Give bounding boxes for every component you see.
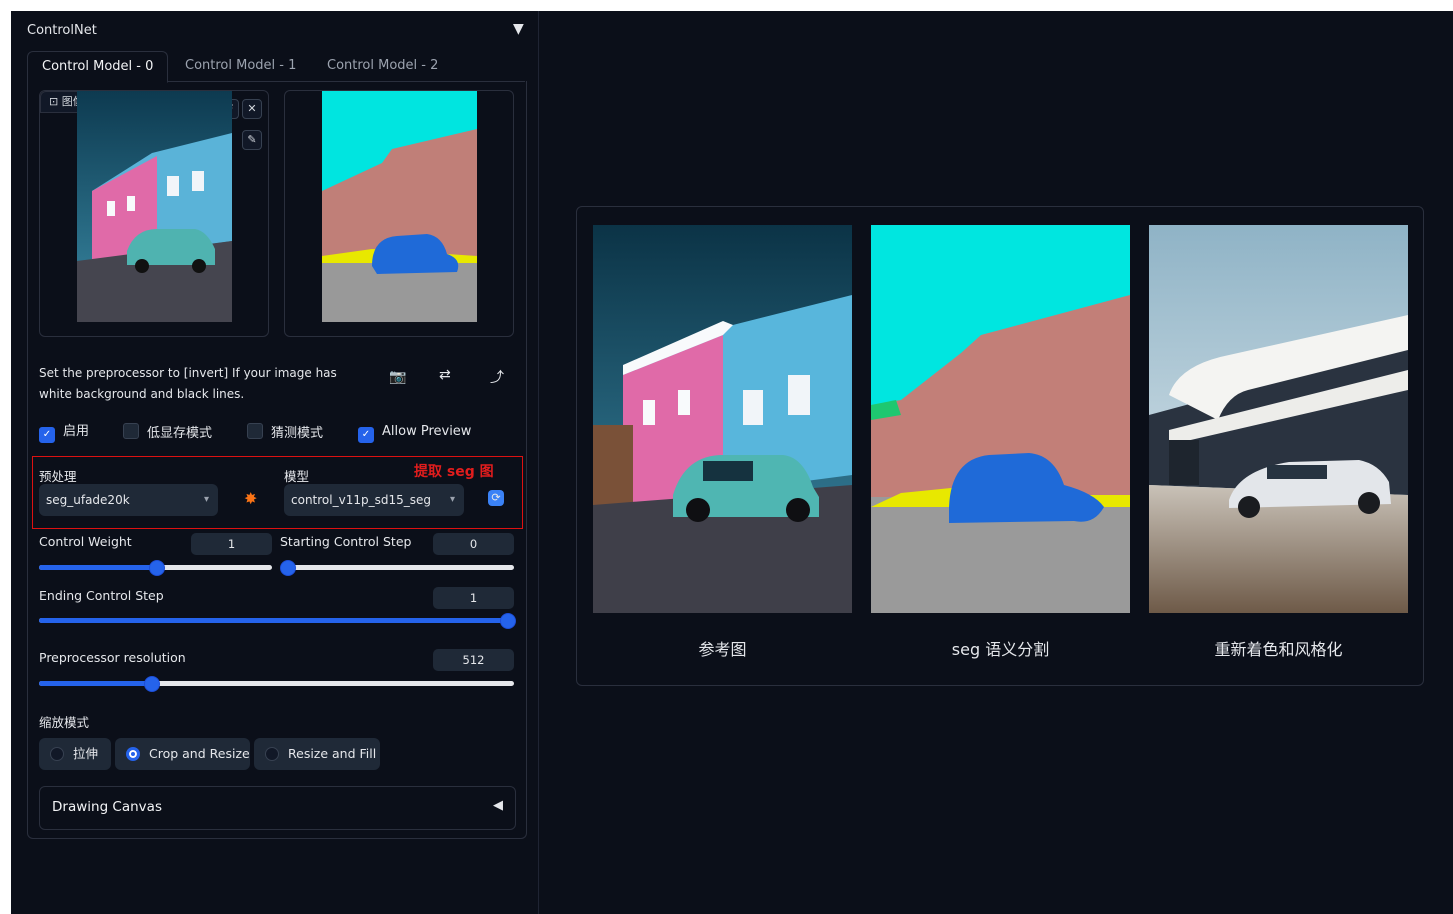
swap-icon[interactable]: ⇄: [439, 367, 451, 383]
checkbox-low-vram[interactable]: 低显存模式: [123, 423, 212, 441]
annotation-label: 提取 seg 图: [414, 464, 494, 480]
edit-brush-icon[interactable]: ✎: [242, 130, 262, 150]
radio-fill-label: Resize and Fill: [288, 746, 377, 761]
checkbox-enable-label: 启用: [63, 424, 90, 439]
tab-control-model-1[interactable]: Control Model - 1: [171, 51, 310, 81]
radio-resize-and-fill[interactable]: Resize and Fill: [254, 738, 380, 770]
chevron-down-icon: ▾: [449, 494, 455, 505]
preprocessor-select[interactable]: seg_ufade20k ▾: [39, 484, 218, 516]
slider-thumb[interactable]: [143, 676, 160, 692]
model-select[interactable]: control_v11p_sd15_seg ▾: [284, 484, 464, 516]
control-weight-input[interactable]: 1: [191, 533, 272, 555]
radio-stretch[interactable]: 拉伸: [39, 738, 111, 770]
control-weight-slider[interactable]: [39, 560, 272, 576]
radio-dot[interactable]: [50, 747, 64, 761]
check-icon[interactable]: ✓: [358, 427, 374, 443]
starting-step-slider[interactable]: [280, 560, 514, 576]
control-weight-label: Control Weight: [39, 534, 132, 549]
tab-control-model-2[interactable]: Control Model - 2: [313, 51, 452, 81]
ending-step-input[interactable]: 1: [433, 587, 514, 609]
segmentation-preview-thumb: [322, 91, 477, 322]
checkbox-low-vram-label: 低显存模式: [147, 426, 213, 441]
checkbox-allow-preview-label: Allow Preview: [382, 424, 472, 439]
resolution-slider[interactable]: [39, 676, 514, 692]
radio-crop-label: Crop and Resize: [149, 746, 250, 761]
slider-fill: [39, 565, 156, 570]
preprocessor-value: seg_ufade20k: [46, 493, 130, 507]
caption-stylized: 重新着色和风格化: [1214, 640, 1343, 659]
checkbox-guess-mode-label: 猜测模式: [271, 426, 324, 441]
radio-dot-selected[interactable]: [126, 747, 140, 761]
screen: ControlNet ▼ Control Model - 0 Control M…: [11, 11, 1453, 914]
drawing-canvas-label: Drawing Canvas: [52, 799, 162, 815]
slider-thumb[interactable]: [280, 560, 296, 576]
expand-arrow-icon[interactable]: ◀: [493, 798, 503, 813]
run-preprocessor-icon[interactable]: ✸: [244, 489, 257, 508]
segmentation-image: [871, 225, 1130, 613]
controlnet-panel: ControlNet ▼ Control Model - 0 Control M…: [11, 11, 539, 914]
model-value: control_v11p_sd15_seg: [291, 493, 431, 507]
slider-fill: [39, 681, 151, 686]
resize-mode-label: 缩放模式: [39, 715, 90, 730]
check-icon[interactable]: ✓: [39, 427, 55, 443]
chevron-down-icon: ▾: [203, 494, 209, 505]
reference-image: [593, 225, 852, 613]
invert-hint-text: Set the preprocessor to [invert] If your…: [39, 366, 337, 401]
comparison-gallery: 参考图 seg 语义分割 重新着色和风格化: [576, 206, 1424, 686]
caption-reference: 参考图: [698, 640, 747, 659]
resolution-label: Preprocessor resolution: [39, 650, 186, 665]
checkbox-allow-preview[interactable]: ✓ Allow Preview: [358, 423, 472, 443]
checkbox-box[interactable]: [247, 423, 263, 439]
slider-thumb[interactable]: [500, 613, 516, 629]
slider-fill: [39, 618, 507, 623]
checkbox-enable[interactable]: ✓ 启用: [39, 423, 90, 443]
close-icon[interactable]: ✕: [242, 99, 262, 119]
checkbox-guess-mode[interactable]: 猜测模式: [247, 423, 323, 441]
ending-step-slider[interactable]: [39, 613, 516, 629]
preprocessor-label: 预处理: [39, 469, 77, 484]
starting-step-label: Starting Control Step: [280, 534, 412, 549]
drawing-canvas-accordion[interactable]: Drawing Canvas ◀: [39, 786, 516, 830]
collapse-arrow-icon[interactable]: ▼: [513, 21, 524, 37]
ending-step-label: Ending Control Step: [39, 588, 164, 603]
preview-image-panel: [284, 90, 514, 337]
slider-thumb[interactable]: [148, 560, 165, 576]
accordion-title[interactable]: ControlNet: [27, 23, 97, 38]
reference-photo-thumb: [77, 91, 232, 322]
stylized-image: [1149, 225, 1408, 613]
resolution-input[interactable]: 512: [433, 649, 514, 671]
input-image-panel[interactable]: ⊡ 图像 ↺ ✕ ✎: [39, 90, 269, 337]
refresh-icon[interactable]: ⟳: [488, 490, 504, 506]
camera-icon[interactable]: 📷: [389, 369, 406, 385]
checkbox-box[interactable]: [123, 423, 139, 439]
upload-arrow-icon[interactable]: ⤴: [490, 367, 504, 387]
model-label: 模型: [284, 469, 310, 484]
starting-step-input[interactable]: 0: [433, 533, 514, 555]
radio-crop-and-resize[interactable]: Crop and Resize: [115, 738, 250, 770]
radio-dot[interactable]: [265, 747, 279, 761]
image-icon: ⊡: [49, 95, 62, 108]
model-tabs: Control Model - 0 Control Model - 1 Cont…: [27, 51, 525, 83]
tab-control-model-0[interactable]: Control Model - 0: [27, 51, 169, 83]
caption-segmentation: seg 语义分割: [951, 640, 1050, 659]
radio-stretch-label: 拉伸: [73, 746, 99, 761]
